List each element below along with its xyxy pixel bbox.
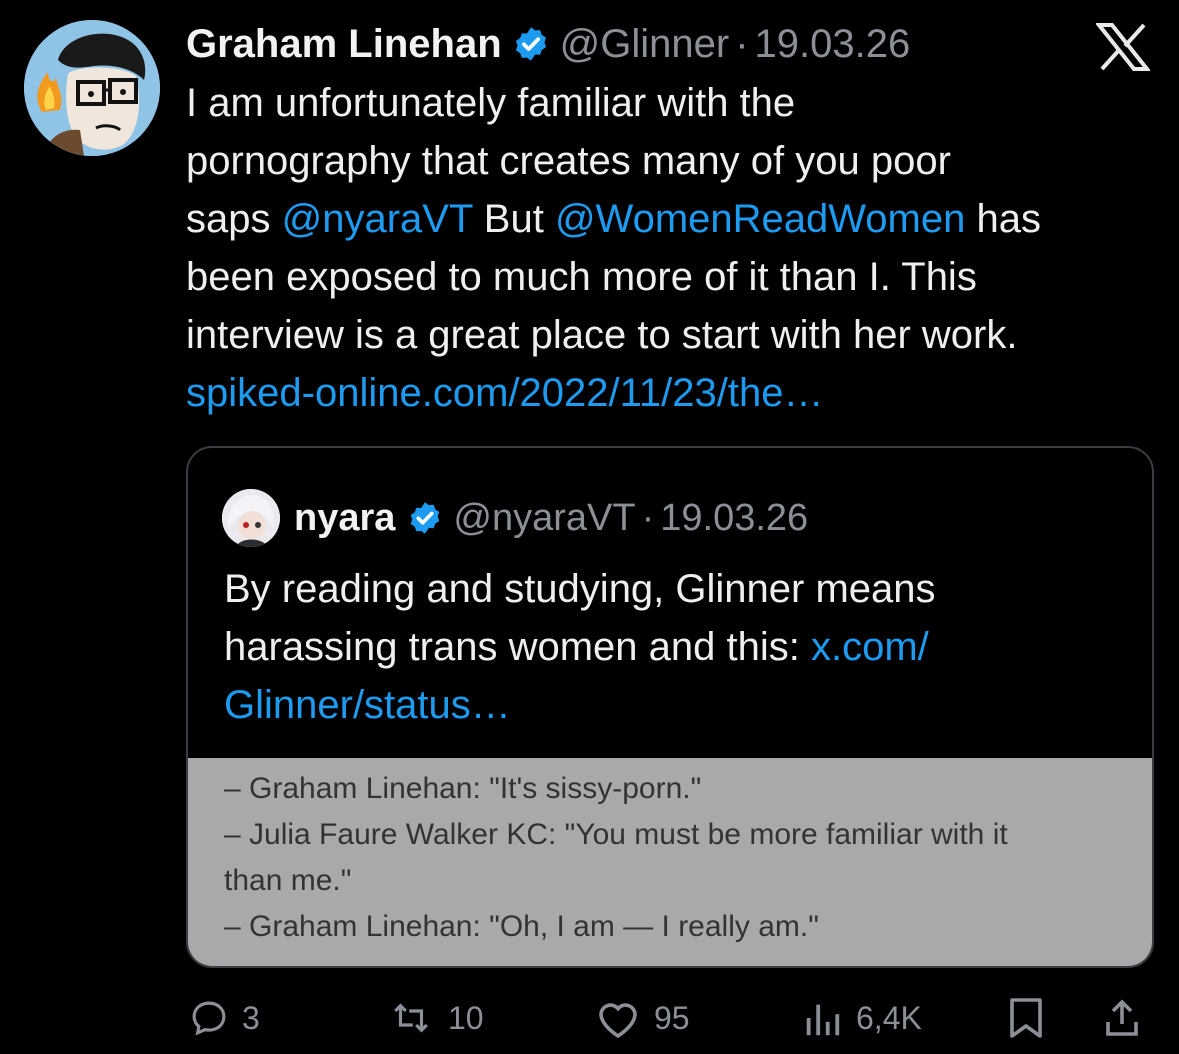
post-date[interactable]: 19.03.26 (755, 22, 911, 67)
author-avatar[interactable] (24, 20, 160, 156)
x-logo-icon (1094, 22, 1152, 72)
text-span: By reading and studying, Glinner means (224, 567, 936, 611)
bookmark-icon (1010, 998, 1042, 1038)
share-button[interactable] (1102, 990, 1154, 1046)
repost-count: 10 (448, 999, 484, 1036)
inline-link[interactable]: @WomenReadWomen (555, 197, 965, 241)
author-name[interactable]: Graham Linehan (186, 22, 502, 67)
separator-dot: · (735, 21, 749, 66)
views-button[interactable]: 6,4K (800, 990, 922, 1046)
text-line: harassing trans women and this: x.com/ (224, 618, 1124, 676)
quoted-post-text: By reading and studying, Glinner means ha… (224, 560, 1124, 734)
text-span: I am unfortunately familiar with the (186, 81, 796, 125)
text-span: saps (186, 197, 282, 241)
repost-button[interactable]: 10 (386, 990, 484, 1046)
text-line: been exposed to much more of it than I. … (186, 248, 1156, 306)
reply-count: 3 (242, 999, 260, 1036)
repost-icon (394, 1003, 428, 1033)
text-span: harassing trans women and this: (224, 625, 811, 669)
text-line: By reading and studying, Glinner means (224, 560, 1124, 618)
text-span: pornography that creates many of you poo… (186, 139, 951, 183)
text-line: Glinner/status… (224, 676, 1124, 734)
quoted-post-date[interactable]: 19.03.26 (660, 497, 808, 540)
image-text-line: – Julia Faure Walker KC: "You must be mo… (224, 818, 1008, 851)
views-count: 6,4K (856, 999, 922, 1036)
inline-link[interactable]: spiked-online.com/2022/11/23/the… (186, 371, 823, 415)
quoted-author-handle[interactable]: @nyaraVT (453, 497, 635, 540)
views-chart-icon (806, 1004, 840, 1036)
reply-button[interactable]: 3 (188, 990, 260, 1046)
image-text-line: – Graham Linehan: "It's sissy-porn." (224, 772, 702, 805)
text-line: interview is a great place to start with… (186, 306, 1156, 364)
like-button[interactable]: 95 (594, 990, 690, 1046)
image-text-line: – Graham Linehan: "Oh, I am — I really a… (224, 910, 819, 943)
quoted-post[interactable]: nyara @nyaraVT · 19.03.26 By reading and… (186, 446, 1154, 968)
heart-icon (599, 1003, 637, 1039)
text-line: I am unfortunately familiar with the (186, 74, 1156, 132)
text-span: been exposed to much more of it than I. … (186, 255, 977, 299)
text-line: spiked-online.com/2022/11/23/the… (186, 364, 1156, 422)
author-handle[interactable]: @Glinner (560, 22, 730, 67)
text-span: But (472, 197, 555, 241)
quoted-post-header: nyara @nyaraVT · 19.03.26 (222, 489, 808, 547)
inline-link[interactable]: x.com/ (811, 625, 929, 669)
share-icon (1106, 999, 1138, 1036)
text-span: has (965, 197, 1041, 241)
like-count: 95 (654, 999, 690, 1036)
verified-badge-icon (407, 500, 443, 536)
inline-link[interactable]: @nyaraVT (282, 197, 473, 241)
bookmark-button[interactable] (1006, 990, 1058, 1046)
separator-dot: · (641, 496, 655, 539)
text-line: pornography that creates many of you poo… (186, 132, 1156, 190)
post-text: I am unfortunately familiar with the porn… (186, 74, 1156, 422)
quoted-post-image[interactable]: – Graham Linehan: "It's sissy-porn." – J… (188, 758, 1152, 966)
action-bar: 3 10 95 6,4K (0, 990, 1179, 1046)
quoted-author-avatar[interactable] (222, 489, 280, 547)
text-line: saps @nyaraVT But @WomenReadWomen has (186, 190, 1156, 248)
verified-badge-icon (512, 25, 550, 63)
quoted-author-name[interactable]: nyara (294, 497, 395, 540)
post-header: Graham Linehan @Glinner · 19.03.26 (186, 18, 910, 70)
image-text-line: than me." (224, 864, 352, 897)
inline-link[interactable]: Glinner/status… (224, 683, 511, 727)
text-span: interview is a great place to start with… (186, 313, 1018, 357)
reply-icon (192, 1001, 226, 1036)
